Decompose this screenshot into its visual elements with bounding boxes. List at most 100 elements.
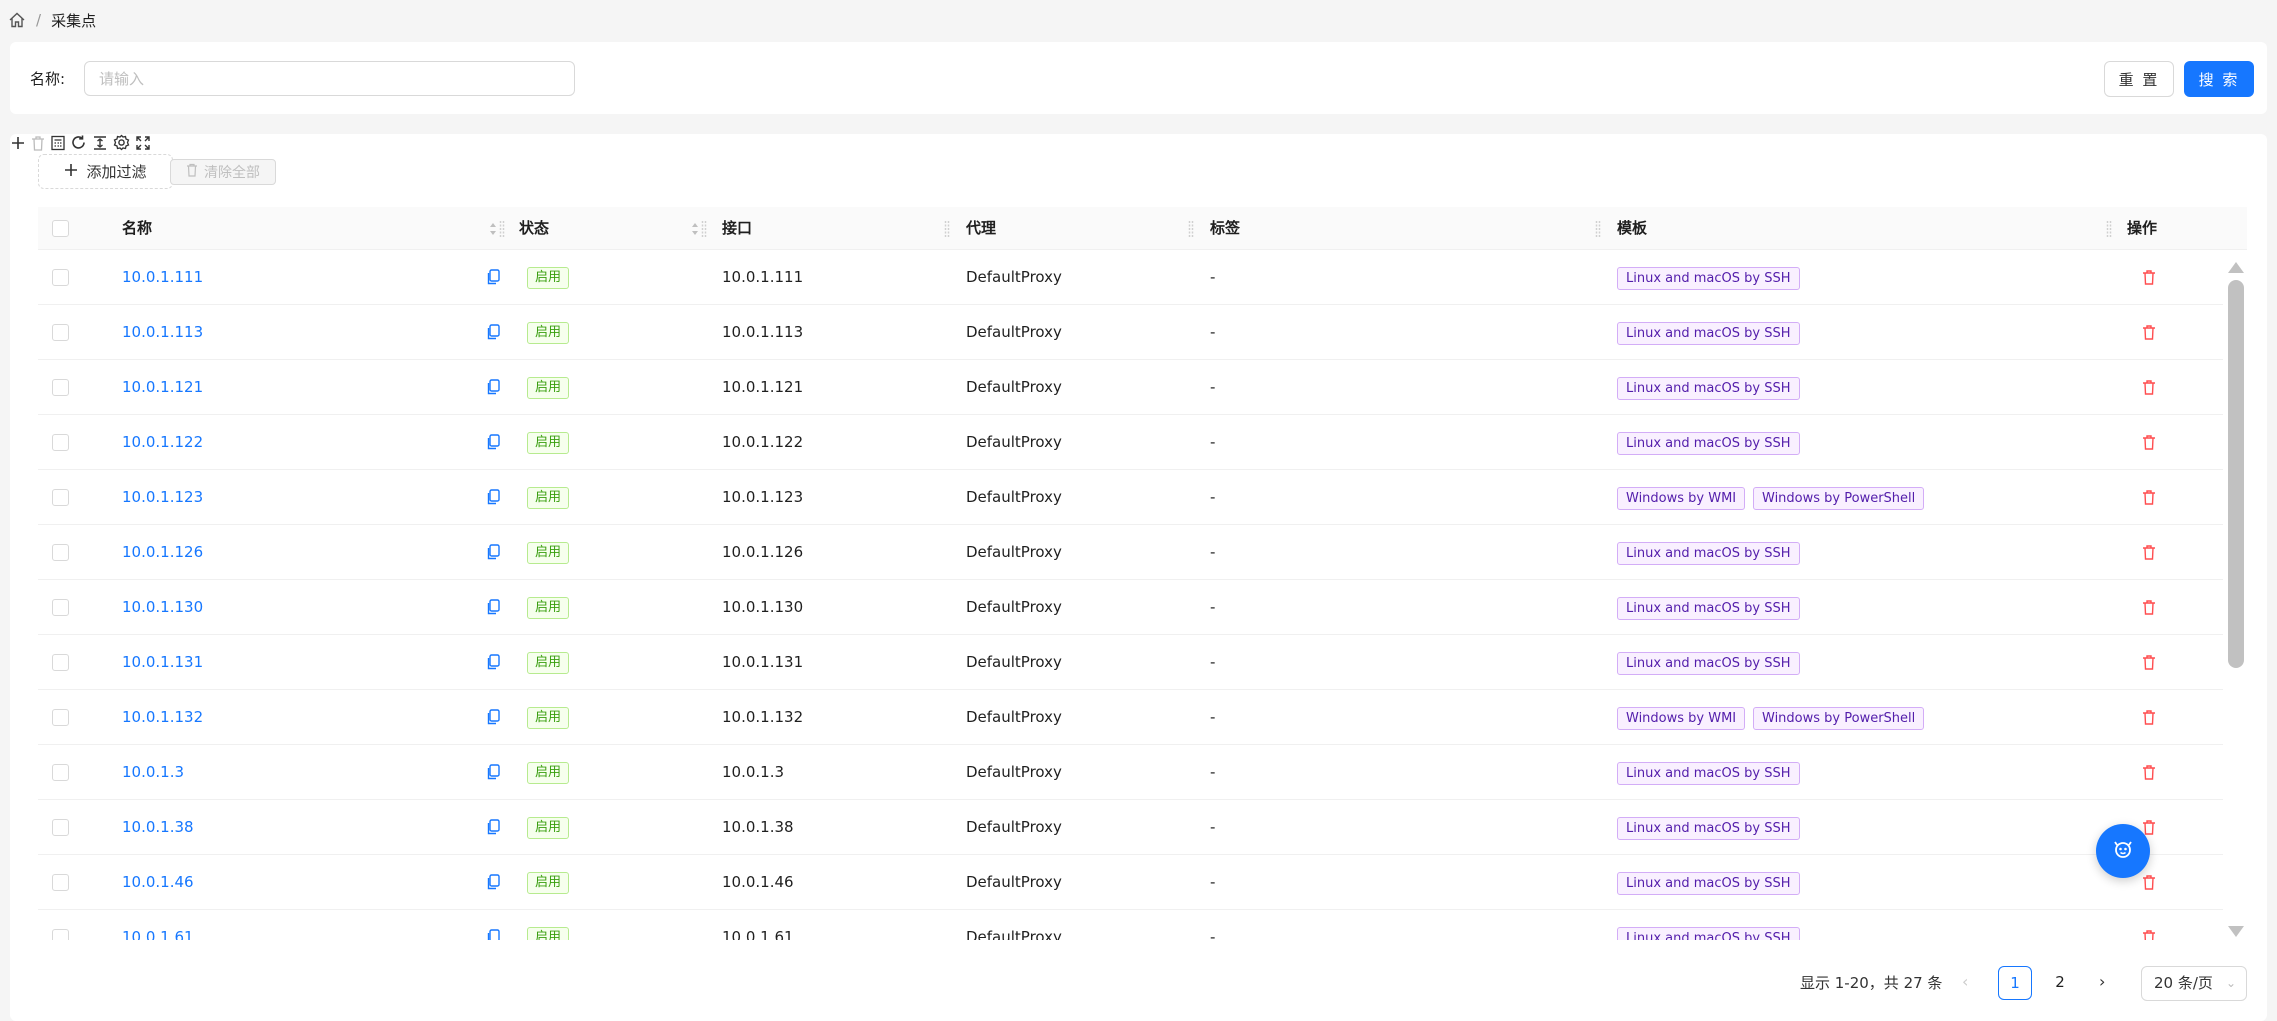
delete-row-icon[interactable] xyxy=(2142,764,2156,780)
setting-icon[interactable] xyxy=(113,134,135,155)
assistant-float-button[interactable] xyxy=(2096,824,2150,878)
copy-icon[interactable] xyxy=(486,874,500,890)
column-resize-handle[interactable] xyxy=(944,219,950,239)
row-checkbox[interactable] xyxy=(52,819,69,836)
column-header-actions: 操作 xyxy=(2127,219,2158,237)
proxy-cell: DefaultProxy xyxy=(966,708,1062,726)
table-row: 10.0.1.38 启用 10.0.1.38 DefaultProxy - Linux … xyxy=(38,800,2223,855)
breadcrumb-separator: / xyxy=(36,11,42,29)
collector-name-link[interactable]: 10.0.1.113 xyxy=(122,305,203,360)
table-scrollbar[interactable] xyxy=(2223,250,2247,940)
reload-icon[interactable] xyxy=(70,135,92,155)
prev-page-icon[interactable]: ‹ xyxy=(1962,972,1968,991)
scroll-thumb[interactable] xyxy=(2228,280,2244,668)
copy-icon[interactable] xyxy=(486,544,500,560)
home-icon[interactable] xyxy=(8,11,26,29)
delete-row-icon[interactable] xyxy=(2142,434,2156,450)
batch-delete-icon[interactable] xyxy=(31,136,50,155)
collector-name-link[interactable]: 10.0.1.46 xyxy=(122,855,194,910)
copy-icon[interactable] xyxy=(486,379,500,395)
delete-row-icon[interactable] xyxy=(2142,709,2156,725)
delete-row-icon[interactable] xyxy=(2142,929,2156,940)
delete-row-icon[interactable] xyxy=(2142,544,2156,560)
sort-icon[interactable] xyxy=(691,221,699,237)
template-tag: Linux and macOS by SSH xyxy=(1617,817,1800,840)
delete-row-icon[interactable] xyxy=(2142,324,2156,340)
collector-name-link[interactable]: 10.0.1.38 xyxy=(122,800,194,855)
row-checkbox[interactable] xyxy=(52,434,69,451)
clear-all-label: 清除全部 xyxy=(204,165,260,181)
column-resize-handle[interactable] xyxy=(1595,219,1601,239)
row-checkbox[interactable] xyxy=(52,269,69,286)
delete-row-icon[interactable] xyxy=(2142,599,2156,615)
tags-cell: - xyxy=(1210,928,1216,940)
page-item-1[interactable]: 1 xyxy=(1998,966,2032,1000)
search-button[interactable]: 搜 索 xyxy=(2184,61,2254,97)
table-row: 10.0.1.61 启用 10.0.1.61 DefaultProxy - Linux … xyxy=(38,910,2223,940)
copy-icon[interactable] xyxy=(486,434,500,450)
add-icon[interactable] xyxy=(10,137,31,155)
collector-name-link[interactable]: 10.0.1.131 xyxy=(122,635,203,690)
row-checkbox[interactable] xyxy=(52,379,69,396)
column-height-icon[interactable] xyxy=(92,136,113,155)
fullscreen-icon[interactable] xyxy=(135,136,151,155)
row-checkbox[interactable] xyxy=(52,489,69,506)
reset-button[interactable]: 重 置 xyxy=(2104,61,2174,97)
next-page-icon[interactable]: › xyxy=(2099,972,2105,991)
column-resize-handle[interactable] xyxy=(1188,219,1194,239)
page-item-2[interactable]: 2 xyxy=(2043,966,2077,1000)
select-all-checkbox[interactable] xyxy=(52,220,69,237)
page-size-select[interactable]: 20 条/页 ⌄ xyxy=(2141,966,2247,1001)
delete-row-icon[interactable] xyxy=(2142,269,2156,285)
copy-icon[interactable] xyxy=(486,324,500,340)
template-tag: Linux and macOS by SSH xyxy=(1617,762,1800,785)
collector-name-link[interactable]: 10.0.1.130 xyxy=(122,580,203,635)
column-resize-handle[interactable] xyxy=(2106,219,2112,239)
row-checkbox[interactable] xyxy=(52,709,69,726)
copy-icon[interactable] xyxy=(486,489,500,505)
collector-name-link[interactable]: 10.0.1.61 xyxy=(122,910,194,940)
collector-name-link[interactable]: 10.0.1.121 xyxy=(122,360,203,415)
row-checkbox[interactable] xyxy=(52,929,69,940)
delete-row-icon[interactable] xyxy=(2142,874,2156,890)
calculator-icon[interactable] xyxy=(50,135,71,155)
collector-name-link[interactable]: 10.0.1.3 xyxy=(122,745,184,800)
copy-icon[interactable] xyxy=(486,269,500,285)
collector-name-link[interactable]: 10.0.1.132 xyxy=(122,690,203,745)
clear-all-button[interactable]: 清除全部 xyxy=(170,159,276,185)
delete-row-icon[interactable] xyxy=(2142,819,2156,835)
copy-icon[interactable] xyxy=(486,819,500,835)
delete-row-icon[interactable] xyxy=(2142,654,2156,670)
tags-cell: - xyxy=(1210,873,1216,891)
row-checkbox[interactable] xyxy=(52,654,69,671)
collector-name-link[interactable]: 10.0.1.122 xyxy=(122,415,203,470)
copy-icon[interactable] xyxy=(486,599,500,615)
column-resize-handle[interactable] xyxy=(701,219,707,239)
name-search-input[interactable] xyxy=(84,61,575,96)
row-checkbox[interactable] xyxy=(52,764,69,781)
column-resize-handle[interactable] xyxy=(499,219,505,239)
column-header-name[interactable]: 名称 xyxy=(122,207,152,250)
row-checkbox[interactable] xyxy=(52,544,69,561)
delete-row-icon[interactable] xyxy=(2142,489,2156,505)
scroll-down-arrow[interactable] xyxy=(2228,926,2244,937)
scroll-up-arrow[interactable] xyxy=(2228,262,2244,273)
delete-row-icon[interactable] xyxy=(2142,379,2156,395)
row-checkbox[interactable] xyxy=(52,874,69,891)
breadcrumb: / 采集点 xyxy=(0,0,2277,40)
template-tag: Linux and macOS by SSH xyxy=(1617,872,1800,895)
collector-name-link[interactable]: 10.0.1.126 xyxy=(122,525,203,580)
row-checkbox[interactable] xyxy=(52,324,69,341)
sort-icon[interactable] xyxy=(489,221,497,237)
copy-icon[interactable] xyxy=(486,929,500,940)
add-filter-button[interactable]: 添加过滤 xyxy=(38,154,173,189)
status-badge: 启用 xyxy=(527,927,570,940)
copy-icon[interactable] xyxy=(486,654,500,670)
row-checkbox[interactable] xyxy=(52,599,69,616)
column-header-status[interactable]: 状态 xyxy=(519,207,549,250)
collector-name-link[interactable]: 10.0.1.123 xyxy=(122,470,203,525)
collector-name-link[interactable]: 10.0.1.111 xyxy=(122,250,203,305)
copy-icon[interactable] xyxy=(486,709,500,725)
copy-icon[interactable] xyxy=(486,764,500,780)
table-row: 10.0.1.122 启用 10.0.1.122 DefaultProxy - Linu… xyxy=(38,415,2223,470)
